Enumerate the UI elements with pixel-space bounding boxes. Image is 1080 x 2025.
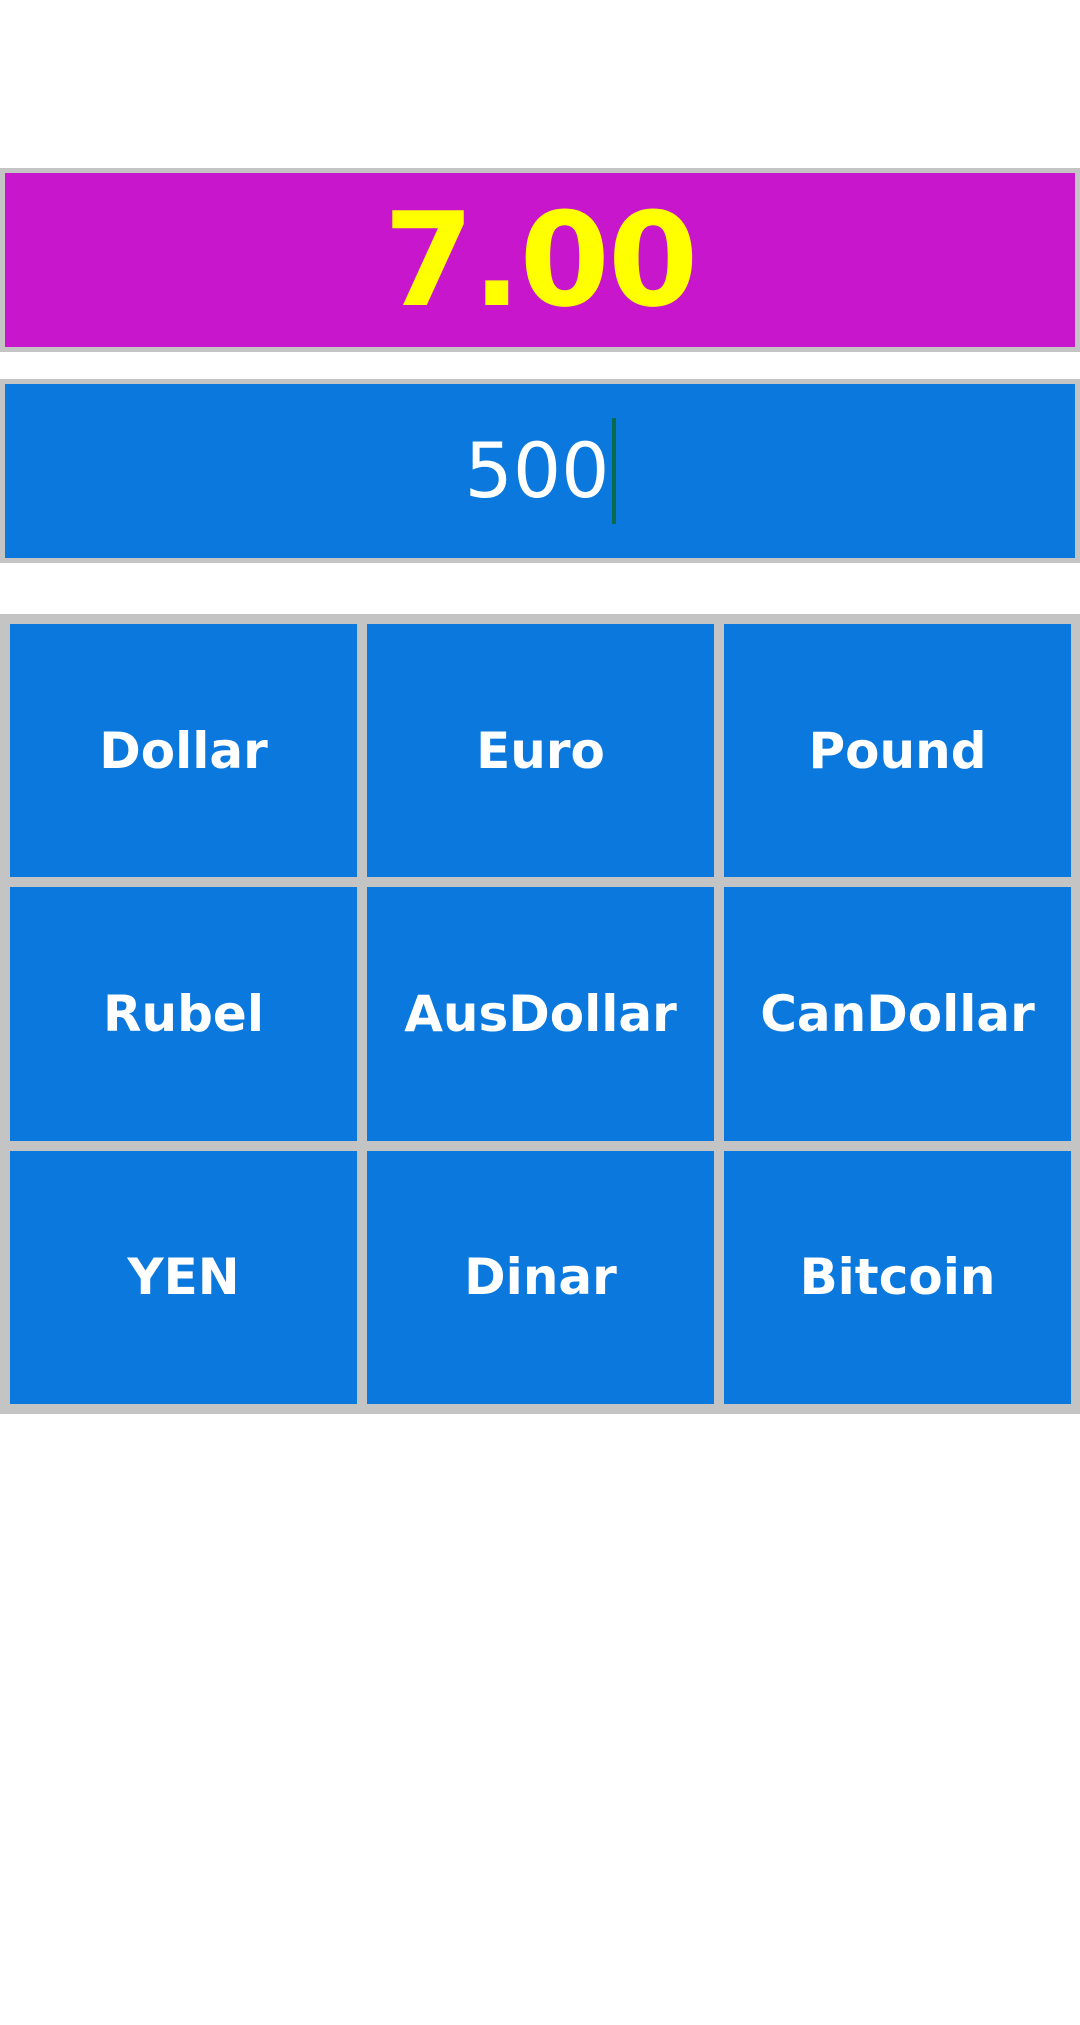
amount-input-text: 500 xyxy=(464,426,610,515)
dollar-button[interactable]: Dollar xyxy=(10,624,357,878)
result-value: 7.00 xyxy=(383,184,699,336)
pound-button[interactable]: Pound xyxy=(724,624,1071,878)
text-caret xyxy=(611,418,616,524)
yen-button[interactable]: YEN xyxy=(10,1150,357,1404)
amount-input[interactable]: 500 xyxy=(0,379,1080,563)
bitcoin-button[interactable]: Bitcoin xyxy=(724,1150,1071,1404)
dinar-button[interactable]: Dinar xyxy=(367,1150,714,1404)
rubel-button[interactable]: Rubel xyxy=(10,887,357,1141)
currency-grid: Dollar Euro Pound Rubel AusDollar CanDol… xyxy=(0,614,1080,1414)
candollar-button[interactable]: CanDollar xyxy=(724,887,1071,1141)
result-display: 7.00 xyxy=(0,168,1080,352)
amount-input-value[interactable]: 500 xyxy=(464,418,616,524)
ausdollar-button[interactable]: AusDollar xyxy=(367,887,714,1141)
euro-button[interactable]: Euro xyxy=(367,624,714,878)
